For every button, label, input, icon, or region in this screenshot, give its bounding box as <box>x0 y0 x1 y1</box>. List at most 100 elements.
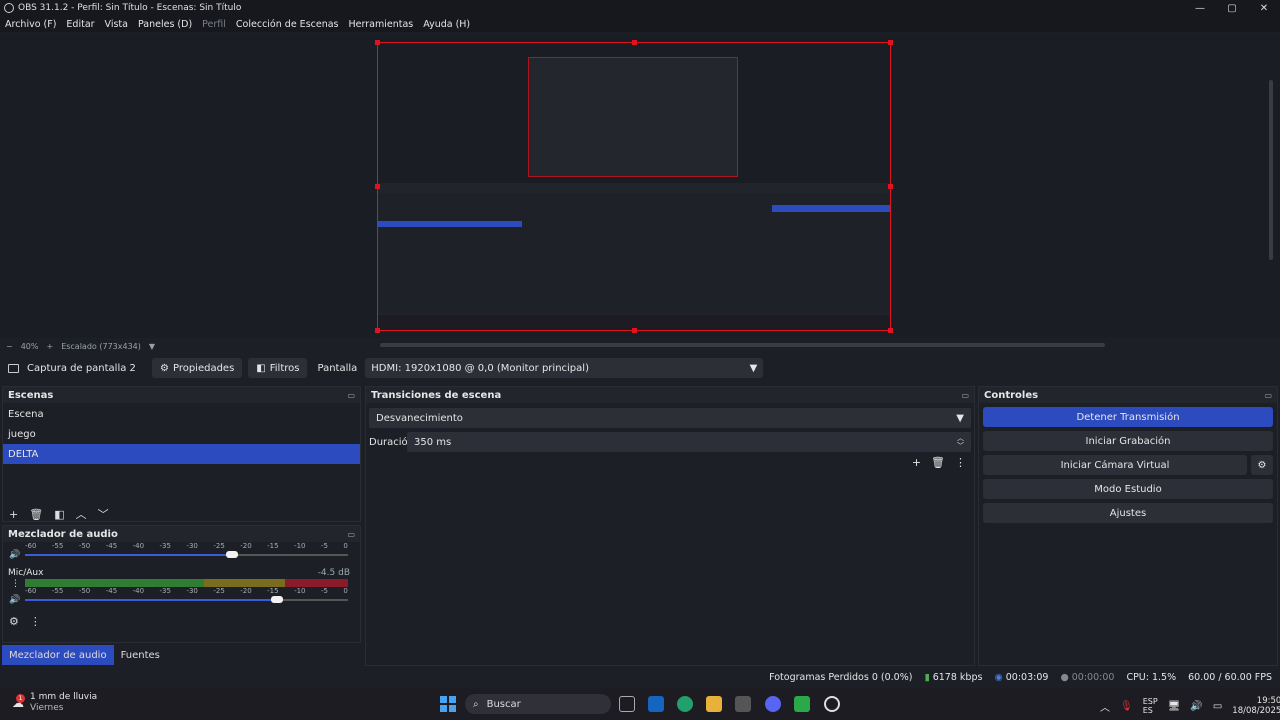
gear-icon[interactable]: ⚙ <box>9 615 19 628</box>
discord-icon[interactable] <box>765 696 781 712</box>
menu-editar[interactable]: Editar <box>66 19 94 30</box>
language-indicator[interactable]: ESP ES <box>1143 697 1158 715</box>
windows-start-icon[interactable] <box>440 696 456 712</box>
meter-scale: -60 -55 -50 -45 -40 -35 -30 -25 -20 -15 -10 -5 0 <box>3 542 360 550</box>
scenes-dock: Escenas ▭ Escena juego DELTA + 🗑 ◧ ︿ ﹀ <box>2 386 361 522</box>
menu-herramientas[interactable]: Herramientas <box>349 19 414 30</box>
speaker-icon[interactable]: 🔊 <box>9 595 20 605</box>
obs-taskbar-icon[interactable] <box>824 696 840 712</box>
chevron-down-icon: ▼ <box>956 412 964 424</box>
spin-arrows-icon[interactable]: ︿ ﹀ <box>957 434 964 450</box>
minimize-button[interactable]: — <box>1184 0 1216 16</box>
studio-mode-button[interactable]: Modo Estudio <box>983 479 1273 499</box>
stop-streaming-button[interactable]: Detener Transmisión <box>983 407 1273 427</box>
kebab-menu-icon[interactable]: ⋮ <box>30 615 41 628</box>
task-view-icon[interactable] <box>619 696 635 712</box>
scale-tick: -30 <box>186 587 198 595</box>
start-virtual-camera-button[interactable]: Iniciar Cámara Virtual <box>983 455 1247 475</box>
scene-item[interactable]: Escena <box>3 404 360 424</box>
volume-slider[interactable] <box>25 550 348 560</box>
preview-horizontal-scrollbar[interactable] <box>380 343 1105 347</box>
resize-handle[interactable] <box>375 328 380 333</box>
battery-icon[interactable]: ▭ <box>1213 701 1222 712</box>
kebab-menu-icon[interactable]: ⋮ <box>955 456 966 469</box>
microphone-icon[interactable]: 🎙 <box>1120 701 1133 712</box>
app-icon[interactable] <box>794 696 810 712</box>
preview-canvas[interactable] <box>375 40 893 333</box>
settings-button[interactable]: Ajustes <box>983 503 1273 523</box>
transitions-title: Transiciones de escena <box>371 389 502 401</box>
edge-icon[interactable] <box>677 696 693 712</box>
resize-handle[interactable] <box>888 328 893 333</box>
clock[interactable]: 19:50 18/08/2025 <box>1232 696 1280 716</box>
transition-select[interactable]: Desvanecimiento ▼ <box>369 408 971 428</box>
resize-handle[interactable] <box>888 40 893 45</box>
taskbar-search[interactable]: ⌕ Buscar <box>465 694 611 714</box>
scale-tick: -40 <box>132 542 145 550</box>
menu-archivo[interactable]: Archivo (F) <box>5 19 56 30</box>
menu-paneles[interactable]: Paneles (D) <box>138 19 192 30</box>
add-icon[interactable]: + <box>912 456 921 469</box>
speaker-icon[interactable]: 🔊 <box>9 550 20 560</box>
channel-name: Mic/Aux <box>8 568 44 578</box>
display-select[interactable]: HDMI: 1920x1080 @ 0,0 (Monitor principal… <box>365 358 764 378</box>
trash-icon[interactable]: 🗑 <box>29 508 43 521</box>
properties-button[interactable]: ⚙ Propiedades <box>152 358 243 378</box>
zoom-in-button[interactable]: + <box>46 342 53 351</box>
duration-label: Duración <box>369 436 415 448</box>
maximize-button[interactable]: ▢ <box>1216 0 1248 16</box>
undock-icon[interactable]: ▭ <box>1264 391 1272 400</box>
resize-handle[interactable] <box>632 40 637 45</box>
network-icon[interactable]: 🖥 <box>1168 701 1181 712</box>
resize-handle[interactable] <box>888 184 893 189</box>
kebab-menu-icon[interactable]: ⋮ <box>11 579 20 589</box>
resize-handle[interactable] <box>375 184 380 189</box>
zoom-bar: − 40% + Escalado (773x434) ▼ <box>0 340 163 352</box>
preview-vertical-scrollbar[interactable] <box>1269 80 1273 260</box>
weather-widget[interactable]: ☁ 1 1 mm de lluvia Viernes <box>12 692 97 714</box>
signal-icon: ▮ <box>924 671 930 683</box>
duration-spinbox[interactable]: 350 ms ︿ ﹀ <box>407 432 971 452</box>
scene-item-selected[interactable]: DELTA <box>3 444 360 464</box>
scale-tick: 0 <box>343 587 348 595</box>
close-button[interactable]: ✕ <box>1248 0 1280 16</box>
menu-coleccion-escenas[interactable]: Colección de Escenas <box>236 19 339 30</box>
store-icon[interactable] <box>735 696 751 712</box>
menu-ayuda[interactable]: Ayuda (H) <box>423 19 470 30</box>
zoom-out-button[interactable]: − <box>6 342 13 351</box>
volume-icon[interactable]: 🔊 <box>1190 701 1202 712</box>
tab-sources[interactable]: Fuentes <box>114 645 167 665</box>
volume-slider[interactable] <box>25 595 348 605</box>
cpu-usage: CPU: 1.5% <box>1126 671 1177 683</box>
outlook-icon[interactable] <box>648 696 664 712</box>
mixer-title: Mezclador de audio <box>8 528 118 540</box>
resize-handle[interactable] <box>375 40 380 45</box>
scale-tick: -35 <box>159 587 171 595</box>
scene-item[interactable]: juego <box>3 424 360 444</box>
chevron-down-icon[interactable]: ▼ <box>149 342 155 351</box>
chevron-up-icon[interactable]: ︿ <box>1100 699 1110 714</box>
undock-icon[interactable]: ▭ <box>961 391 969 400</box>
chevron-down-icon[interactable]: ﹀ <box>98 506 109 522</box>
scale-tick: -25 <box>213 542 225 550</box>
properties-label: Propiedades <box>172 362 235 374</box>
start-recording-button[interactable]: Iniciar Grabación <box>983 431 1273 451</box>
undock-icon[interactable]: ▭ <box>347 530 355 539</box>
chevron-up-icon[interactable]: ︿ <box>76 506 87 522</box>
tab-audio-mixer[interactable]: Mezclador de audio <box>2 645 114 665</box>
scale-tick: -60 <box>25 542 37 550</box>
bitrate: 6178 kbps <box>932 671 983 683</box>
status-bar: Fotogramas Perdidos 0 (0.0%) ▮ 6178 kbps… <box>0 668 1280 686</box>
source-name: Captura de pantalla 2 <box>27 362 136 374</box>
menu-vista[interactable]: Vista <box>105 19 128 30</box>
resize-handle[interactable] <box>632 328 637 333</box>
file-explorer-icon[interactable] <box>706 696 722 712</box>
scale-tick: -45 <box>105 587 118 595</box>
channel-2-meter-row: ⋮ <box>3 579 360 589</box>
trash-icon[interactable]: 🗑 <box>931 456 945 469</box>
add-icon[interactable]: + <box>9 508 18 521</box>
undock-icon[interactable]: ▭ <box>347 391 355 400</box>
filters-button[interactable]: ◧ Filtros <box>248 358 308 378</box>
filter-icon[interactable]: ◧ <box>54 508 64 521</box>
virtual-camera-settings-button[interactable]: ⚙ <box>1251 455 1273 475</box>
